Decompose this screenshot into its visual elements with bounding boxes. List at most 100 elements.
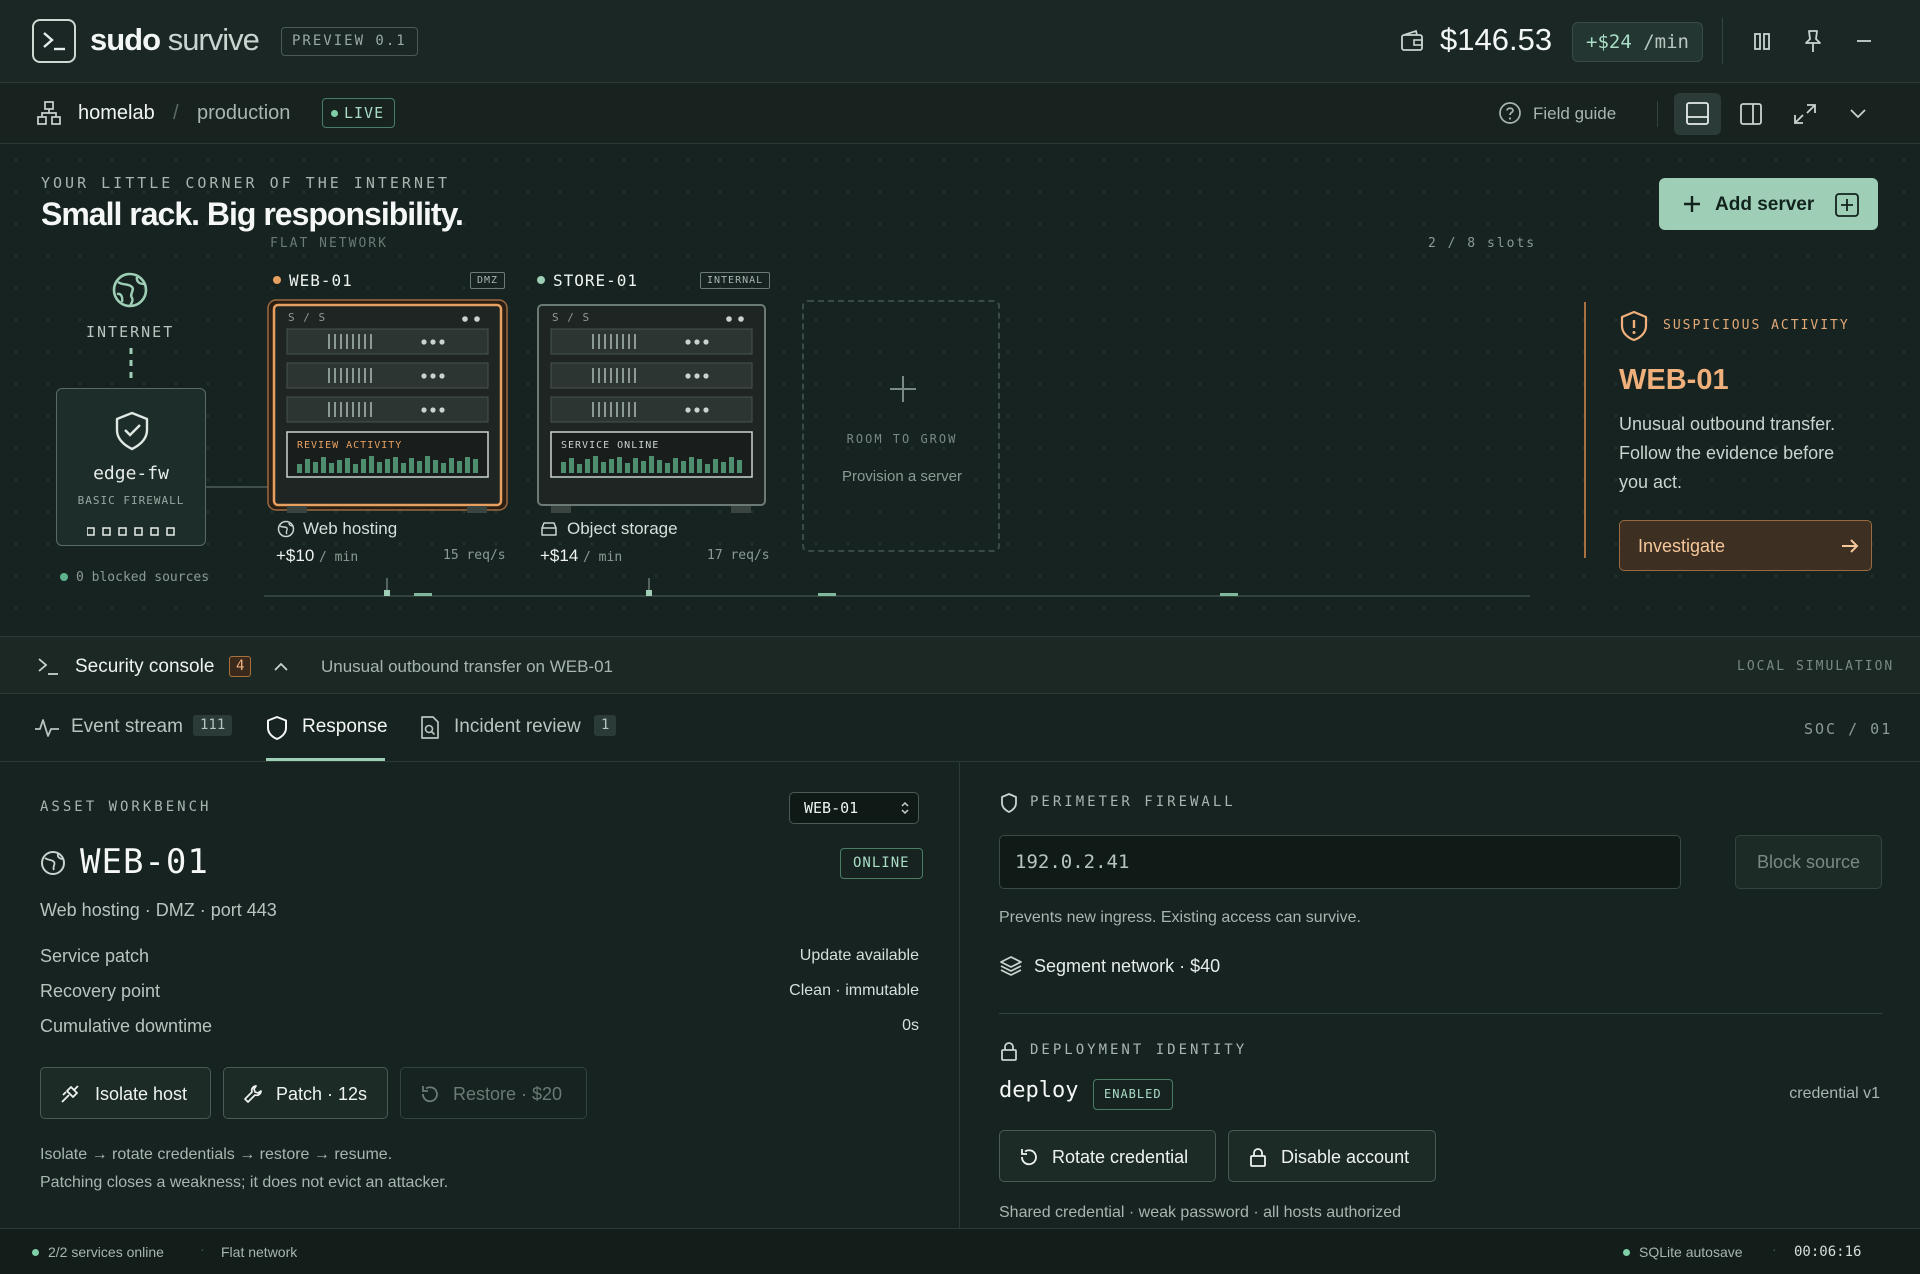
server-load: 17 req/s — [707, 548, 770, 563]
host-name: WEB-01 — [80, 842, 209, 882]
blocked-sources-status: 0 blocked sources — [60, 570, 209, 585]
pause-button[interactable] — [1752, 28, 1772, 54]
host-status-badge: ONLINE — [840, 848, 923, 879]
breadcrumb-production[interactable]: production — [197, 102, 290, 125]
chevron-up-icon[interactable] — [270, 656, 292, 678]
simulation-mode: LOCAL SIMULATION — [1737, 659, 1895, 674]
brand-wordmark: sudo survive — [90, 22, 260, 58]
isolate-host-button[interactable]: Isolate host — [40, 1067, 211, 1119]
breadcrumb-homelab[interactable]: homelab — [78, 102, 155, 125]
alert-description: Unusual outbound transfer. Follow the ev… — [1619, 414, 1836, 492]
block-source-button[interactable]: Block source — [1735, 835, 1882, 889]
downtime-value: 0s — [902, 1017, 919, 1034]
firewall-subtitle: BASIC FIREWALL — [77, 494, 185, 507]
host-select[interactable]: WEB-01 — [789, 792, 919, 824]
soc-context: SOC / 01 — [1804, 720, 1893, 738]
server-role: Web hosting — [303, 519, 398, 538]
investigate-label: Investigate — [1638, 536, 1726, 556]
security-console-bar[interactable]: Security console 4 Unusual outbound tran… — [0, 636, 1920, 694]
patch-label: Patch · 12s — [276, 1084, 368, 1104]
perimeter-firewall-kicker: PERIMETER FIREWALL — [1030, 794, 1236, 810]
brand-primary: sudo — [90, 22, 161, 57]
response-controls: PERIMETER FIREWALL 192.0.2.41 Block sour… — [959, 762, 1920, 1228]
rotate-ccw-icon — [419, 1083, 441, 1105]
tab-response[interactable]: Response — [302, 716, 388, 738]
brand-secondary: survive — [167, 22, 260, 57]
select-arrows-icon — [900, 801, 910, 815]
wrench-icon — [242, 1083, 264, 1105]
unplug-icon — [59, 1083, 81, 1105]
add-server-button[interactable]: Add server — [1659, 178, 1878, 230]
security-console-title: Security console — [75, 656, 215, 677]
field-guide-link[interactable]: Field guide — [1533, 104, 1616, 124]
arrow-right-icon — [1840, 536, 1860, 556]
server-income: +$14 / min — [540, 546, 622, 566]
block-ip-input[interactable]: 192.0.2.41 — [999, 835, 1681, 889]
top-bar: sudo survive PREVIEW 0.1 $146.53 +$24 /m… — [0, 0, 1920, 83]
recovery-point-label: Recovery point — [40, 981, 161, 1001]
firewall-name: edge-fw — [93, 463, 169, 484]
console-latest-message: Unusual outbound transfer on WEB-01 — [321, 657, 614, 676]
active-tab-indicator — [266, 758, 385, 761]
server-title-store-01: STORE-01 — [537, 271, 638, 290]
live-status-badge: LIVE — [322, 98, 396, 128]
empty-slot-title: ROOM TO GROW — [846, 432, 958, 446]
panel-status-label: REVIEW ACTIVITY — [297, 440, 403, 451]
internet-label: INTERNET — [86, 323, 175, 341]
chevron-down-icon[interactable] — [1846, 102, 1870, 126]
balance-value: $146.53 — [1440, 22, 1553, 57]
services-status: 2/2 services online — [32, 1244, 164, 1260]
autosave-text: SQLite autosave — [1639, 1244, 1743, 1260]
globe-icon — [277, 520, 295, 538]
status-bar: 2/2 services online · Flat network SQLit… — [0, 1228, 1920, 1274]
server-name: WEB-01 — [289, 271, 353, 290]
blocked-sources-text: 0 blocked sources — [76, 570, 210, 585]
rotate-credential-button[interactable]: Rotate credential — [999, 1130, 1216, 1182]
activity-pulse-icon — [34, 716, 60, 740]
rack-plate-label: S / S — [288, 311, 327, 324]
workbench-kicker: ASSET WORKBENCH — [40, 799, 212, 815]
isolate-host-label: Isolate host — [95, 1084, 188, 1104]
server-income-unit: / min — [583, 550, 623, 565]
restore-button[interactable]: Restore · $20 — [400, 1067, 587, 1119]
zone-badge: DMZ — [470, 272, 506, 289]
pin-icon[interactable] — [1802, 28, 1824, 54]
expand-icon[interactable] — [1792, 102, 1818, 126]
patch-button[interactable]: Patch · 12s — [223, 1067, 388, 1119]
server-rack-web-01[interactable]: S / S REVIEW ACTIVITY — [267, 299, 508, 515]
firewall-note: Prevents new ingress. Existing access ca… — [999, 909, 1361, 926]
income-rate-badge: +$24 /min — [1572, 22, 1703, 62]
version-badge: PREVIEW 0.1 — [281, 27, 418, 56]
plus-icon — [888, 374, 918, 404]
network-topology-icon — [36, 100, 62, 126]
server-role: Object storage — [567, 519, 678, 538]
layout-bottom-panel-button[interactable] — [1674, 93, 1721, 135]
recovery-point-value: Clean · immutable — [789, 982, 919, 999]
server-income-value: +$10 — [276, 546, 315, 565]
disable-account-button[interactable]: Disable account — [1228, 1130, 1436, 1182]
shield-check-icon — [113, 411, 151, 451]
segment-network-button[interactable]: Segment network · $40 — [1034, 956, 1220, 977]
section-divider — [999, 1013, 1882, 1014]
investigate-button[interactable]: Investigate — [1619, 520, 1872, 571]
console-alert-count: 4 — [229, 656, 252, 677]
tab-event-stream[interactable]: Event stream — [71, 716, 183, 738]
services-status-text: 2/2 services online — [48, 1244, 164, 1260]
empty-slot-provision[interactable]: ROOM TO GROW Provision a server — [802, 300, 1000, 552]
server-title-web-01: WEB-01 — [273, 271, 353, 290]
wallet-icon — [1400, 28, 1424, 54]
toolbar-divider — [1657, 101, 1658, 127]
terminal-logo-icon — [32, 19, 76, 63]
server-income-value: +$14 — [540, 546, 579, 565]
server-rack-store-01[interactable]: S / S SERVICE ONLINE — [531, 299, 772, 515]
shield-icon — [266, 715, 288, 741]
income-rate: +$24 — [1586, 31, 1632, 53]
firewall-node[interactable]: edge-fw BASIC FIREWALL — [56, 388, 206, 546]
layout-side-panel-button[interactable] — [1738, 102, 1764, 126]
tab-incident-review[interactable]: Incident review — [454, 716, 581, 738]
lock-icon — [1247, 1146, 1269, 1168]
rack-plate-label: S / S — [552, 311, 591, 324]
server-name: STORE-01 — [553, 271, 639, 290]
workflow-hint: Isolate → rotate credentials → restore →… — [40, 1146, 393, 1163]
minimize-button[interactable] — [1854, 28, 1874, 54]
